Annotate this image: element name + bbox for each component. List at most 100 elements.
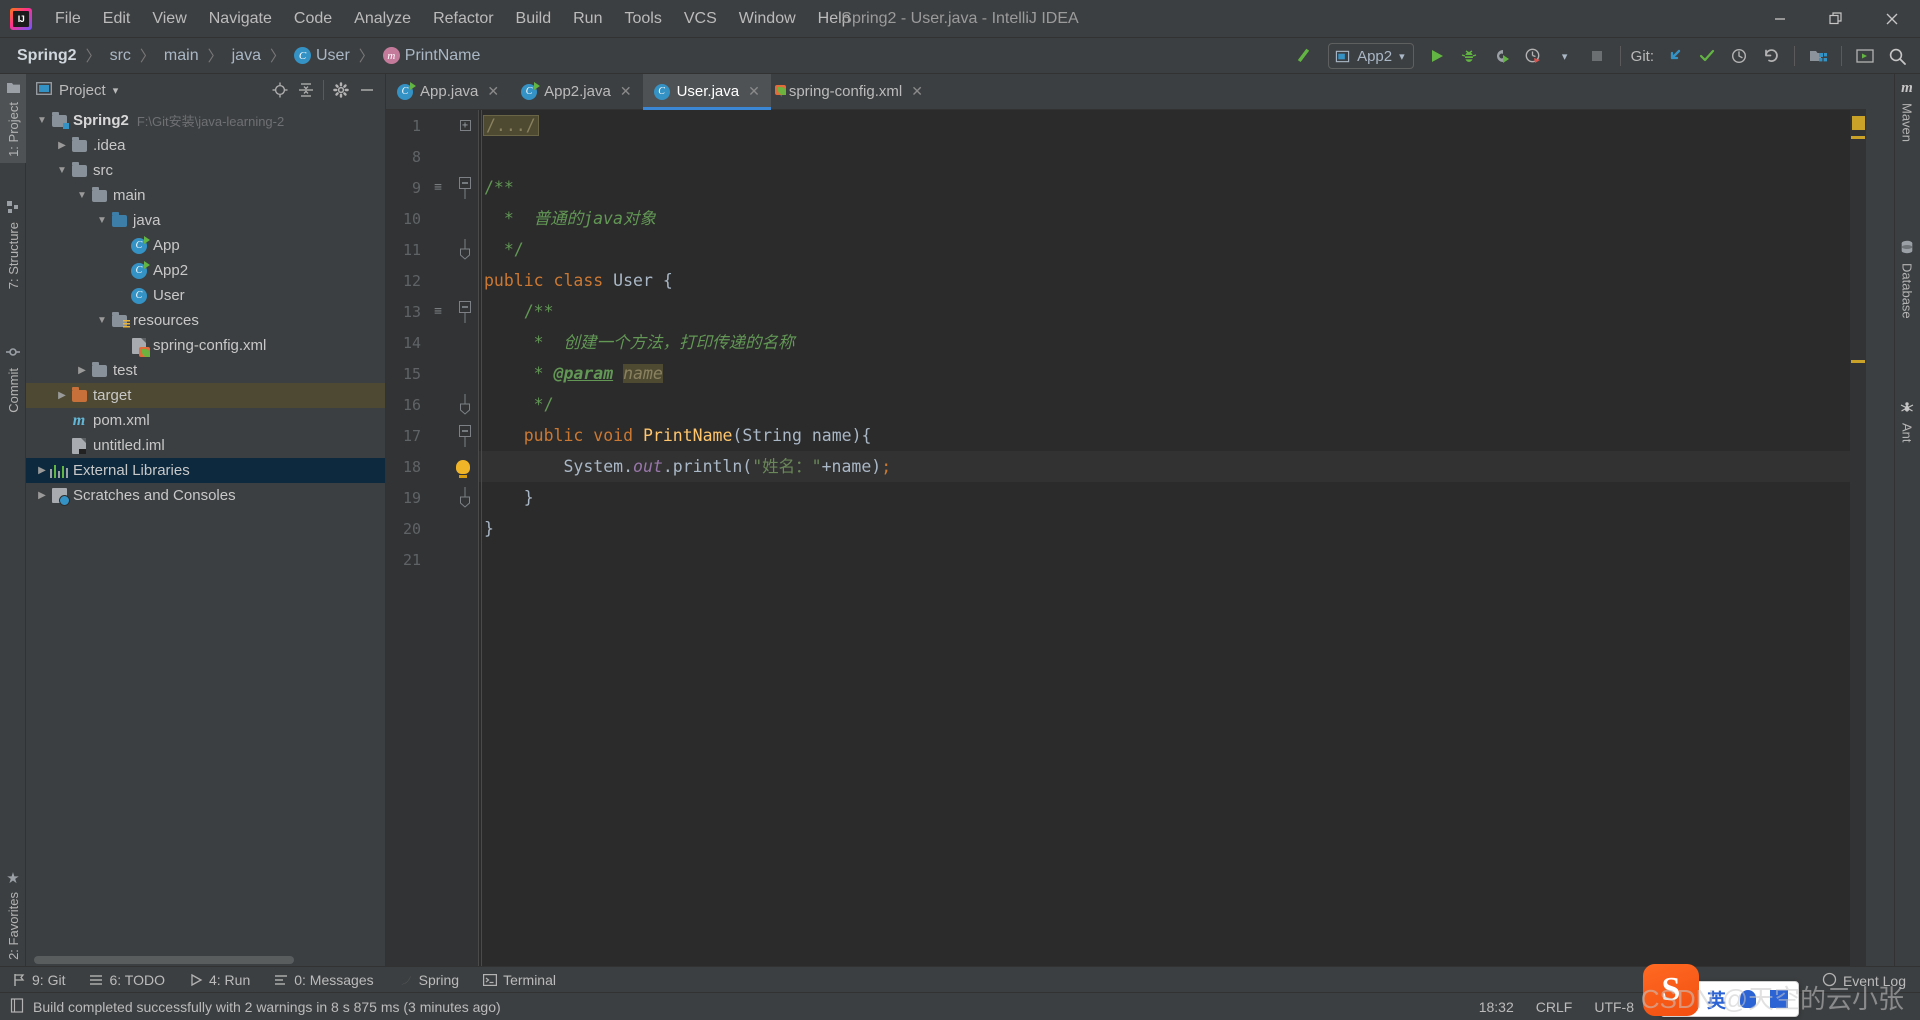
gutter-line[interactable]: 12 (386, 265, 478, 296)
settings-gear-icon[interactable] (329, 78, 353, 102)
tree-item-spring-config-xml[interactable]: spring-config.xml (26, 333, 385, 358)
menu-item-run[interactable]: Run (562, 6, 613, 32)
fold-handle-start[interactable] (458, 175, 472, 201)
git-rollback-button[interactable] (1756, 42, 1786, 70)
code-line[interactable]: } (478, 482, 1850, 513)
sidebar-item-project[interactable]: 1: Project (0, 74, 26, 163)
select-opened-file-button[interactable] (1803, 42, 1833, 70)
warning-marker[interactable] (1851, 360, 1865, 363)
editor-tab-user-java[interactable]: C User.java ✕ (642, 74, 772, 110)
close-tab-icon[interactable]: ✕ (620, 83, 632, 100)
stop-button[interactable] (1582, 42, 1612, 70)
tool-window-button-0-messages[interactable]: 0: Messages (262, 968, 385, 992)
menu-item-code[interactable]: Code (283, 6, 343, 32)
breadcrumb-item-main[interactable]: main (161, 45, 202, 67)
ime-mode-label[interactable]: 英 (1707, 986, 1726, 1013)
close-tab-icon[interactable]: ✕ (911, 83, 923, 100)
gutter-line[interactable]: 16 (386, 389, 478, 420)
encoding-indicator[interactable]: UTF-8 (1594, 999, 1634, 1015)
gutter-line[interactable]: 19 (386, 482, 478, 513)
code-line[interactable]: * 创建一个方法，打印传递的名称 (478, 327, 1850, 358)
mic-icon[interactable] (1740, 990, 1757, 1008)
sidebar-item-commit[interactable]: Commit (0, 339, 26, 419)
menu-item-navigate[interactable]: Navigate (198, 6, 283, 32)
menu-item-analyze[interactable]: Analyze (343, 6, 422, 32)
code-line[interactable]: */ (478, 389, 1850, 420)
chevron-right-icon[interactable]: ▶ (54, 390, 70, 401)
breadcrumb-item-user[interactable]: C User (291, 45, 353, 67)
menu-item-build[interactable]: Build (505, 6, 563, 32)
tree-item-app2[interactable]: C App2 (26, 258, 385, 283)
tree-item-test[interactable]: ▶ test (26, 358, 385, 383)
breadcrumb-item-src[interactable]: src (107, 45, 134, 67)
hide-panel-icon[interactable] (355, 78, 379, 102)
minimize-button[interactable] (1752, 0, 1808, 38)
collapse-all-icon[interactable] (294, 78, 318, 102)
gutter-line[interactable]: 15 (386, 358, 478, 389)
fold-handle-end[interactable] (458, 485, 472, 511)
intention-bulb-icon[interactable] (456, 459, 470, 478)
menu-item-refactor[interactable]: Refactor (422, 6, 504, 32)
close-button[interactable] (1864, 0, 1920, 38)
code-line[interactable]: } (478, 513, 1850, 544)
close-tab-icon[interactable]: ✕ (487, 83, 499, 100)
tree-item-target[interactable]: ▶ target (26, 383, 385, 408)
editor-tab-spring-config-xml[interactable]: spring-config.xml ✕ (771, 74, 934, 109)
tree-item-pom-xml[interactable]: m pom.xml (26, 408, 385, 433)
fold-handle-end[interactable] (458, 237, 472, 263)
gutter-line[interactable]: 21 (386, 544, 478, 575)
editor-marker-bar[interactable] (1850, 110, 1866, 966)
gutter-line[interactable]: 8 (386, 141, 478, 172)
tree-item-external-libraries[interactable]: ▶ External Libraries (26, 458, 385, 483)
gutter-line[interactable]: 1 + (386, 110, 478, 141)
maximize-button[interactable] (1808, 0, 1864, 38)
project-panel-title[interactable]: Project ▾ (36, 82, 118, 99)
build-button[interactable] (1290, 42, 1320, 70)
event-log-button[interactable]: Event Log (1822, 972, 1906, 990)
sidebar-item-favorites[interactable]: 2: Favorites ★ (0, 865, 26, 966)
code-line[interactable]: */ (478, 234, 1850, 265)
gutter-line[interactable]: 14 (386, 327, 478, 358)
code-line[interactable]: public void PrintName(String name){ (478, 420, 1850, 451)
run-configuration-selector[interactable]: App2 ▾ (1328, 43, 1414, 69)
tree-item-app[interactable]: C App (26, 233, 385, 258)
sidebar-item-database[interactable]: Database (1894, 234, 1920, 325)
tree-item-user[interactable]: C User (26, 283, 385, 308)
gutter-line[interactable]: 18 (386, 451, 478, 482)
menu-item-help[interactable]: Help (807, 6, 862, 32)
tree-item-java[interactable]: ▼ java (26, 208, 385, 233)
sidebar-item-maven[interactable]: m Maven (1894, 74, 1920, 148)
code-line[interactable]: System.out.println("姓名："+name); (478, 451, 1850, 482)
chevron-down-icon[interactable]: ▼ (34, 115, 50, 126)
warning-marker[interactable] (1851, 136, 1865, 139)
tree-item-scratches-and-consoles[interactable]: ▶ Scratches and Consoles (26, 483, 385, 508)
chevron-right-icon[interactable]: ▶ (34, 465, 50, 476)
fold-handle-start[interactable] (458, 423, 472, 449)
editor-tab-app-java[interactable]: C App.java ✕ (386, 74, 510, 109)
chevron-right-icon[interactable]: ▶ (74, 365, 90, 376)
chevron-right-icon[interactable]: ▶ (34, 490, 50, 501)
locate-icon[interactable] (268, 78, 292, 102)
chevron-down-icon[interactable]: ▼ (94, 215, 110, 226)
project-tree-horizontal-scrollbar[interactable] (34, 956, 294, 964)
fold-handle-plus[interactable]: + (458, 120, 472, 131)
editor-code[interactable]: /.../ /** * 普通的java对象 */ public class Use… (478, 110, 1850, 966)
menu-item-edit[interactable]: Edit (92, 6, 142, 32)
fold-handle-end[interactable] (458, 392, 472, 418)
close-tab-icon[interactable]: ✕ (748, 83, 760, 100)
tree-item-idea[interactable]: ▶ .idea (26, 133, 385, 158)
git-history-button[interactable] (1724, 42, 1754, 70)
sidebar-item-ant[interactable]: Ant (1894, 394, 1920, 449)
keyboard-icon[interactable] (1770, 990, 1789, 1008)
gutter-line[interactable]: 11 (386, 234, 478, 265)
tool-window-button-9-git[interactable]: 9: Git (0, 968, 77, 992)
menu-item-file[interactable]: File (44, 6, 92, 32)
profiler-button[interactable] (1518, 42, 1548, 70)
chevron-right-icon[interactable]: ▶ (54, 140, 70, 151)
code-line[interactable]: * @param name (478, 358, 1850, 389)
tool-window-button-4-run[interactable]: 4: Run (177, 968, 262, 992)
search-everywhere-button[interactable] (1882, 42, 1912, 70)
fold-handle-start[interactable] (458, 299, 472, 325)
gutter-line[interactable]: 9 ≡ (386, 172, 478, 203)
breadcrumb-item-printname[interactable]: m PrintName (380, 45, 484, 67)
